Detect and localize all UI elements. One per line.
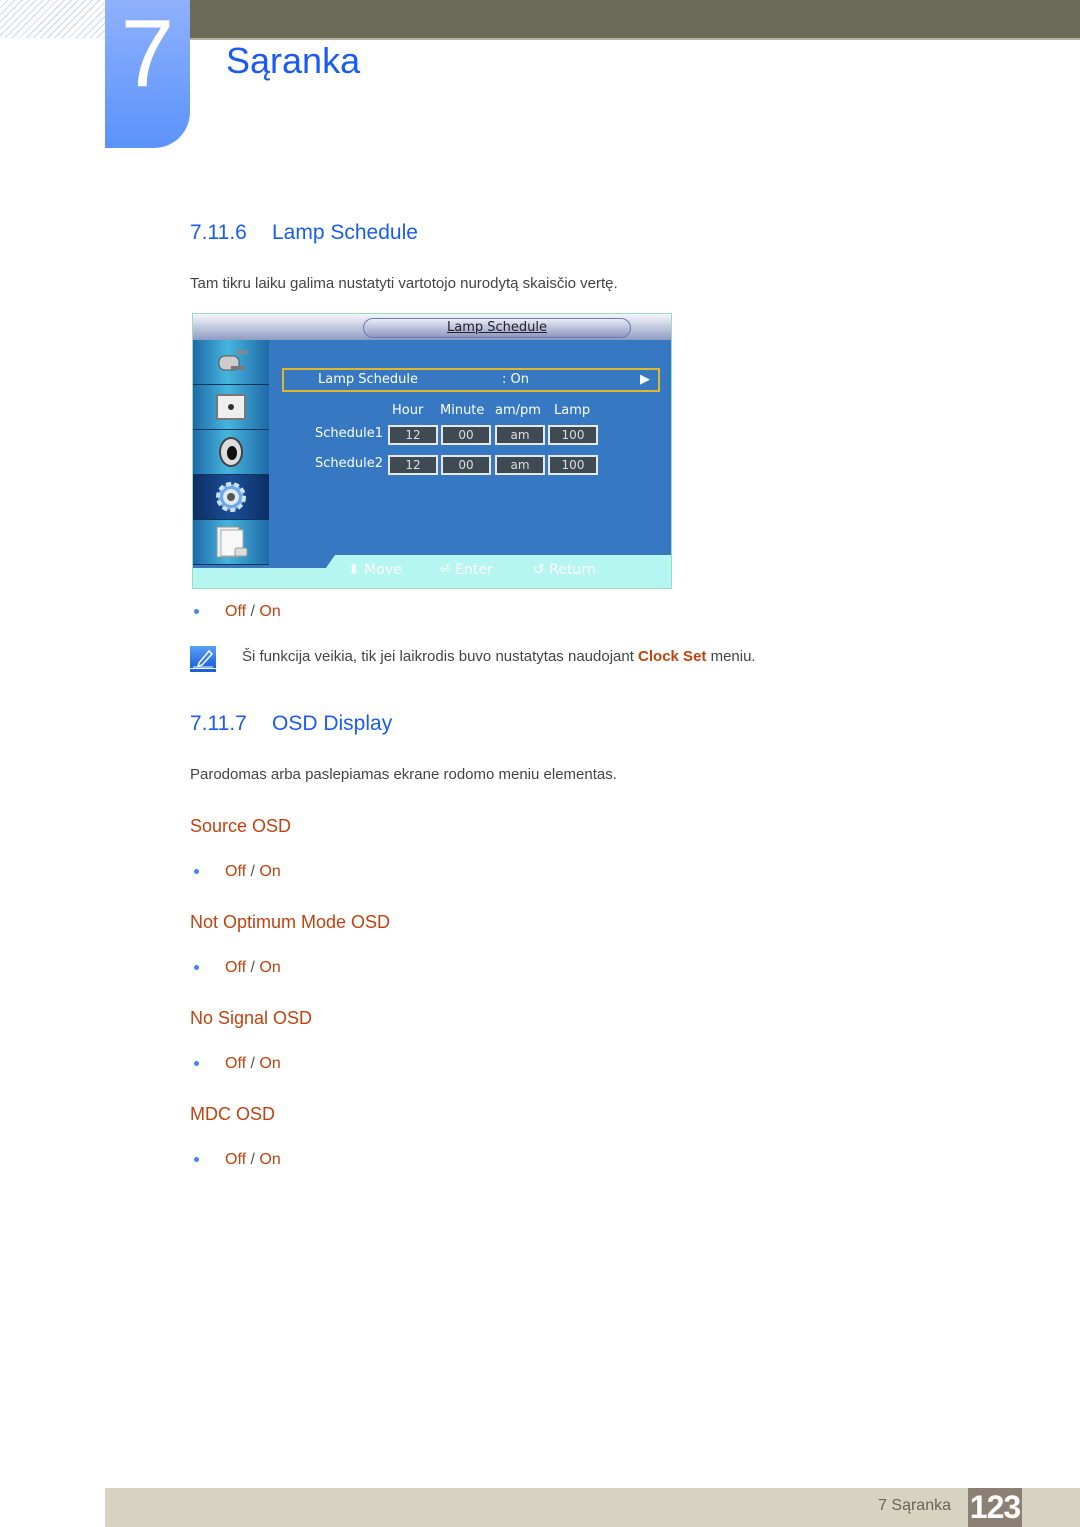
osd-title-bar: Lamp Schedule — [193, 314, 671, 340]
osd-display-description: Parodomas arba paslepiamas ekrane rodomo… — [190, 766, 617, 783]
header-hatch-decoration — [0, 0, 105, 38]
option-on: On — [259, 1055, 281, 1072]
option-value: : On — [502, 372, 529, 387]
schedule1-hour-field[interactable]: 12 — [388, 425, 438, 445]
column-ampm: am/pm — [495, 403, 541, 418]
note-text-after: meniu. — [706, 648, 756, 665]
section-title: OSD Display — [272, 712, 393, 735]
option-separator: / — [250, 863, 255, 880]
schedule1-minute-field[interactable]: 00 — [441, 425, 491, 445]
osd-sidebar — [193, 340, 269, 568]
option-on: On — [259, 959, 281, 976]
source-osd-options: Off / On — [194, 863, 281, 881]
option-off: Off — [225, 1151, 247, 1168]
input-plug-icon[interactable] — [193, 340, 269, 385]
header-bar — [190, 0, 1080, 40]
page-number: 123 — [968, 1488, 1022, 1527]
not-optimum-mode-osd-options: Off / On — [194, 959, 281, 977]
lamp-schedule-description: Tam tikru laiku galima nustatyti vartoto… — [190, 275, 618, 292]
osd-footer: ⬍ Move ⏎ Enter ↺ Return — [193, 555, 671, 588]
schedule2-hour-field[interactable]: 12 — [388, 455, 438, 475]
chapter-tab: 7 — [105, 0, 190, 148]
lamp-schedule-options: Off / On — [194, 603, 281, 621]
not-optimum-mode-osd-heading: Not Optimum Mode OSD — [190, 912, 391, 932]
option-on: On — [259, 863, 281, 880]
enter-icon: ⏎ — [439, 562, 451, 578]
option-separator: / — [250, 603, 255, 620]
option-separator: / — [250, 959, 255, 976]
osd-screenshot: Lamp Schedule Lamp Schedule : On ▶ Hour … — [192, 313, 672, 589]
move-label: Move — [364, 562, 402, 578]
option-off: Off — [225, 863, 247, 880]
schedule2-label: Schedule2 — [315, 456, 384, 471]
note-pencil-icon — [190, 646, 216, 672]
option-off: Off — [225, 1055, 247, 1072]
column-minute: Minute — [440, 403, 485, 418]
lamp-schedule-note: Ši funkcija veikia, tik jei laikrodis bu… — [242, 648, 756, 665]
option-on: On — [259, 603, 281, 620]
option-label: Lamp Schedule — [318, 372, 418, 387]
footer-chapter-label: 7 Sąranka — [878, 1497, 951, 1514]
column-lamp: Lamp — [554, 403, 591, 418]
schedule1-lamp-field[interactable]: 100 — [548, 425, 598, 445]
arrow-right-icon: ▶ — [640, 372, 650, 387]
note-text-before: Ši funkcija veikia, tik jei laikrodis bu… — [242, 648, 639, 665]
up-down-icon: ⬍ — [348, 562, 360, 578]
schedule2-lamp-field[interactable]: 100 — [548, 455, 598, 475]
clock-set-reference: Clock Set — [638, 648, 707, 665]
mdc-osd-heading: MDC OSD — [190, 1104, 275, 1124]
osd-title: Lamp Schedule — [363, 318, 631, 338]
chapter-title: Sąranka — [226, 40, 361, 81]
schedule2-ampm-field[interactable]: am — [495, 455, 545, 475]
source-osd-heading: Source OSD — [190, 816, 292, 836]
option-separator: / — [250, 1055, 255, 1072]
no-signal-osd-heading: No Signal OSD — [190, 1008, 313, 1028]
picture-icon[interactable] — [193, 385, 269, 430]
bullet-icon — [194, 1157, 199, 1163]
bullet-icon — [194, 965, 199, 971]
bullet-icon — [194, 1061, 199, 1067]
return-icon: ↺ — [533, 562, 545, 578]
speaker-icon[interactable] — [193, 430, 269, 475]
section-title: Lamp Schedule — [272, 221, 418, 244]
option-on: On — [259, 1151, 281, 1168]
section-number: 7.11.7 — [190, 712, 247, 735]
osd-enter-hint: ⏎ Enter — [439, 562, 493, 578]
osd-return-hint: ↺ Return — [533, 562, 596, 578]
bullet-icon — [194, 609, 199, 615]
osd-move-hint: ⬍ Move — [348, 562, 402, 578]
column-hour: Hour — [392, 403, 424, 418]
section-heading-osd-display: 7.11.7 OSD Display — [190, 712, 392, 736]
section-heading-lamp-schedule: 7.11.6 Lamp Schedule — [190, 221, 418, 245]
option-off: Off — [225, 603, 247, 620]
bullet-icon — [194, 869, 199, 875]
enter-label: Enter — [455, 562, 493, 578]
option-off: Off — [225, 959, 247, 976]
schedule2-minute-field[interactable]: 00 — [441, 455, 491, 475]
schedule1-label: Schedule1 — [315, 426, 384, 441]
setup-gear-icon[interactable] — [193, 475, 269, 520]
option-separator: / — [250, 1151, 255, 1168]
return-label: Return — [549, 562, 596, 578]
no-signal-osd-options: Off / On — [194, 1055, 281, 1073]
schedule1-ampm-field[interactable]: am — [495, 425, 545, 445]
page-footer: 7 Sąranka — [105, 1488, 1080, 1527]
mdc-osd-options: Off / On — [194, 1151, 281, 1169]
lamp-schedule-option-row[interactable]: Lamp Schedule : On ▶ — [282, 368, 660, 392]
chapter-number: 7 — [120, 0, 175, 107]
section-number: 7.11.6 — [190, 221, 247, 244]
